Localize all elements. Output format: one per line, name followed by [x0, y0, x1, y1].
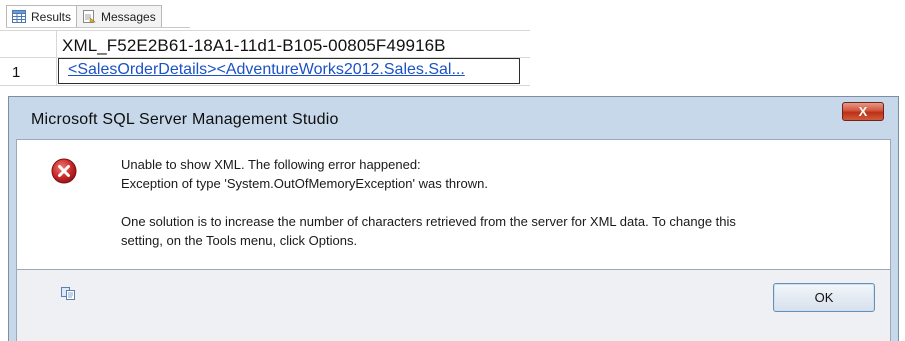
grid-line: [0, 30, 530, 31]
close-button[interactable]: X: [842, 102, 884, 121]
tab-results[interactable]: Results: [6, 5, 78, 27]
grid-line: [0, 85, 530, 86]
dialog-footer: OK: [16, 269, 891, 341]
tabstrip-divider: [6, 27, 190, 28]
ok-button[interactable]: OK: [773, 283, 875, 312]
error-dialog: Microsoft SQL Server Management Studio X…: [8, 96, 899, 341]
results-tabstrip: Results Messages: [6, 5, 162, 27]
dialog-title: Microsoft SQL Server Management Studio: [31, 111, 339, 128]
error-message: Unable to show XML. The following error …: [121, 157, 421, 172]
column-header[interactable]: XML_F52E2B61-18A1-11d1-B105-00805F49916B: [62, 36, 446, 56]
dialog-body: Unable to show XML. The following error …: [16, 139, 891, 269]
tab-results-label: Results: [31, 9, 72, 24]
ssms-window: Results Messages XML_F52E2B61-18A1-11d1-…: [0, 0, 905, 341]
error-icon: [51, 158, 77, 184]
messages-icon: [83, 10, 96, 23]
exception-message: Exception of type 'System.OutOfMemoryExc…: [121, 176, 488, 191]
grid-line: [56, 30, 57, 86]
close-icon: X: [858, 104, 868, 119]
solution-message: One solution is to increase the number o…: [121, 214, 736, 229]
xml-result-link[interactable]: <SalesOrderDetails><AdventureWorks2012.S…: [58, 58, 520, 84]
copy-icon[interactable]: [61, 287, 77, 301]
tab-messages-label: Messages: [101, 9, 156, 24]
ok-button-label: OK: [814, 290, 834, 305]
grid-icon: [12, 10, 26, 23]
solution-message-cont: setting, on the Tools menu, click Option…: [121, 233, 358, 248]
row-number[interactable]: 1: [12, 64, 20, 81]
tab-messages[interactable]: Messages: [76, 5, 162, 27]
